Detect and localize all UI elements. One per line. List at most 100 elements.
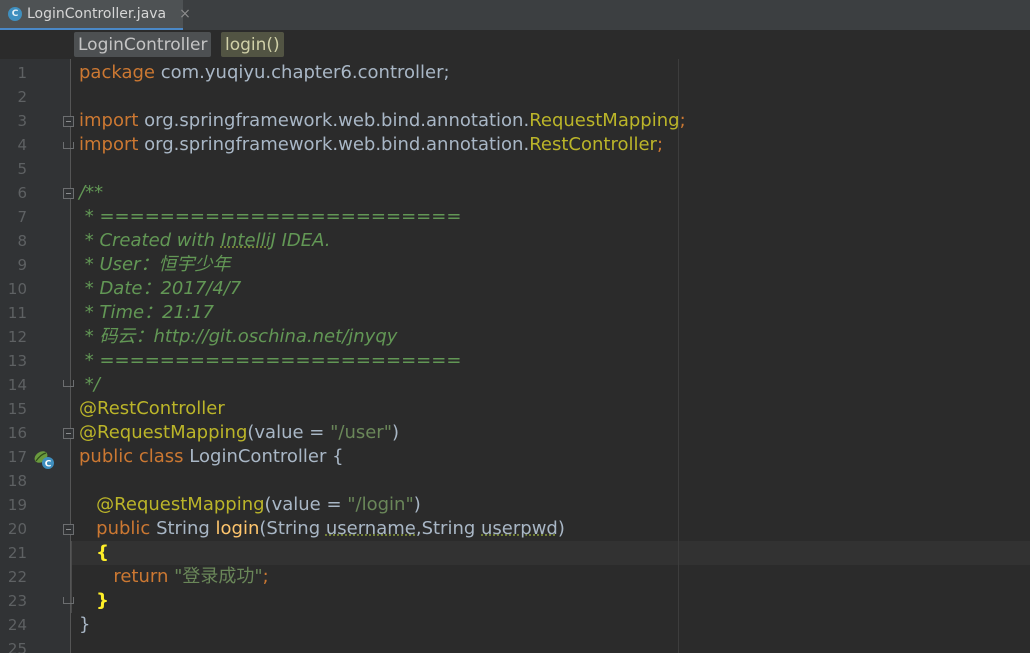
param-type: ,String	[415, 518, 482, 539]
comment-text: IntelliJ	[220, 230, 276, 251]
spring-bean-icon[interactable]: C	[33, 448, 55, 470]
fold-class-icon[interactable]	[63, 428, 74, 439]
fold-end-icon[interactable]	[63, 142, 74, 149]
annotation: @RequestMapping	[96, 494, 265, 515]
breadcrumb: LoginController login()	[0, 31, 1030, 59]
line-number: 1	[17, 64, 27, 82]
code-line-4: import org.springframework.web.bind.anno…	[79, 133, 686, 157]
fold-imports-icon[interactable]	[63, 116, 74, 127]
fold-end-icon[interactable]	[63, 380, 74, 387]
string-literal: "/login"	[347, 494, 414, 515]
line-number: 10	[7, 280, 27, 298]
editor-tab-bar: C LoginController.java ×	[0, 0, 1030, 31]
code-line-15: @RestController	[79, 398, 225, 419]
close-icon[interactable]: ×	[179, 6, 191, 22]
line-number: 3	[17, 112, 27, 130]
line-number: 16	[7, 424, 27, 442]
code-line-17: public class LoginController {	[79, 445, 686, 469]
code-line-1: package com.yuqiyu.chapter6.controller;	[79, 61, 686, 85]
code-line-9: * User：恒宇少年	[79, 254, 231, 275]
source-code[interactable]: package com.yuqiyu.chapter6.controller; …	[79, 61, 686, 653]
annotation-args: (value =	[264, 494, 348, 515]
breadcrumb-method[interactable]: login()	[221, 32, 284, 57]
keyword: import	[79, 110, 139, 131]
param-username: username	[325, 518, 416, 539]
annotation: @RequestMapping	[79, 422, 248, 443]
keyword: public class	[79, 446, 184, 467]
breadcrumb-class[interactable]: LoginController	[74, 32, 212, 57]
string-literal: "/user"	[330, 422, 392, 443]
tab-label: LoginController.java	[27, 6, 167, 22]
line-number: 12	[7, 328, 27, 346]
line-number: 7	[17, 208, 27, 226]
import-class: RestController	[529, 134, 657, 155]
code-line-16: @RequestMapping(value = "/user")	[79, 421, 686, 445]
line-number: 22	[7, 568, 27, 586]
import-package: org.springframework.web.bind.annotation.	[138, 134, 530, 155]
import-class: RequestMapping	[529, 110, 680, 131]
line-number: 11	[7, 304, 27, 322]
comment-text: IDEA.	[275, 230, 331, 251]
line-number: 4	[17, 136, 27, 154]
close-brace: }	[96, 590, 109, 611]
class-declaration: LoginController {	[183, 446, 344, 467]
line-number: 19	[7, 496, 27, 514]
keyword: package	[79, 62, 155, 83]
keyword: import	[79, 134, 139, 155]
annotation-args: (value =	[247, 422, 331, 443]
code-line-23: }	[79, 589, 686, 613]
open-brace: {	[96, 542, 109, 563]
line-number: 9	[17, 256, 27, 274]
code-line-3: import org.springframework.web.bind.anno…	[79, 109, 686, 133]
code-line-14: */	[79, 374, 100, 395]
line-number: 5	[17, 160, 27, 178]
return-type: String	[150, 518, 216, 539]
paren: )	[557, 518, 565, 539]
line-number: 23	[7, 592, 27, 610]
semicolon: ;	[262, 566, 269, 587]
code-line-21: {	[79, 541, 686, 565]
fold-method-icon[interactable]	[63, 524, 74, 535]
code-line-8: * Created with IntelliJ IDEA.	[79, 229, 686, 253]
code-line-11: * Time：21:17	[79, 302, 214, 323]
fold-end-icon[interactable]	[63, 597, 74, 604]
paren: )	[391, 422, 400, 443]
line-number: 14	[7, 376, 27, 394]
line-number: 25	[7, 640, 27, 653]
paren: )	[413, 494, 421, 515]
code-line-24: }	[79, 614, 91, 635]
code-line-10: * Date：2017/4/7	[79, 278, 242, 299]
fold-comment-icon[interactable]	[63, 188, 74, 199]
code-line-12: * 码云：http://git.oschina.net/jnyqy	[79, 326, 398, 347]
comment-text: * Created with	[79, 230, 221, 251]
package-name: com.yuqiyu.chapter6.controller;	[155, 62, 450, 83]
code-line-13: * ========================	[79, 350, 462, 371]
keyword: return	[113, 566, 169, 587]
param-type: (String	[259, 518, 326, 539]
code-line-22: return "登录成功";	[79, 565, 686, 589]
param-userpwd: userpwd	[481, 518, 558, 539]
line-number: 24	[7, 616, 27, 634]
code-line-19: @RequestMapping(value = "/login")	[79, 493, 686, 517]
code-line-6: /**	[79, 182, 104, 203]
code-line-20: public String login(String username,Stri…	[79, 517, 686, 541]
line-number: 21	[7, 544, 27, 562]
tab-login-controller[interactable]: C LoginController.java ×	[0, 0, 191, 30]
line-numbers: 1 2 3 4 5 6 7 8 9 10 11 12 13 14 15 16 1…	[0, 61, 27, 653]
svg-text:C: C	[45, 460, 52, 470]
line-number: 8	[17, 232, 27, 250]
string-literal: "登录成功"	[168, 566, 263, 587]
code-line-7: * ========================	[79, 206, 462, 227]
line-number: 13	[7, 352, 27, 370]
line-number: 18	[7, 472, 27, 490]
line-number: 2	[17, 88, 27, 106]
line-number: 20	[7, 520, 27, 538]
